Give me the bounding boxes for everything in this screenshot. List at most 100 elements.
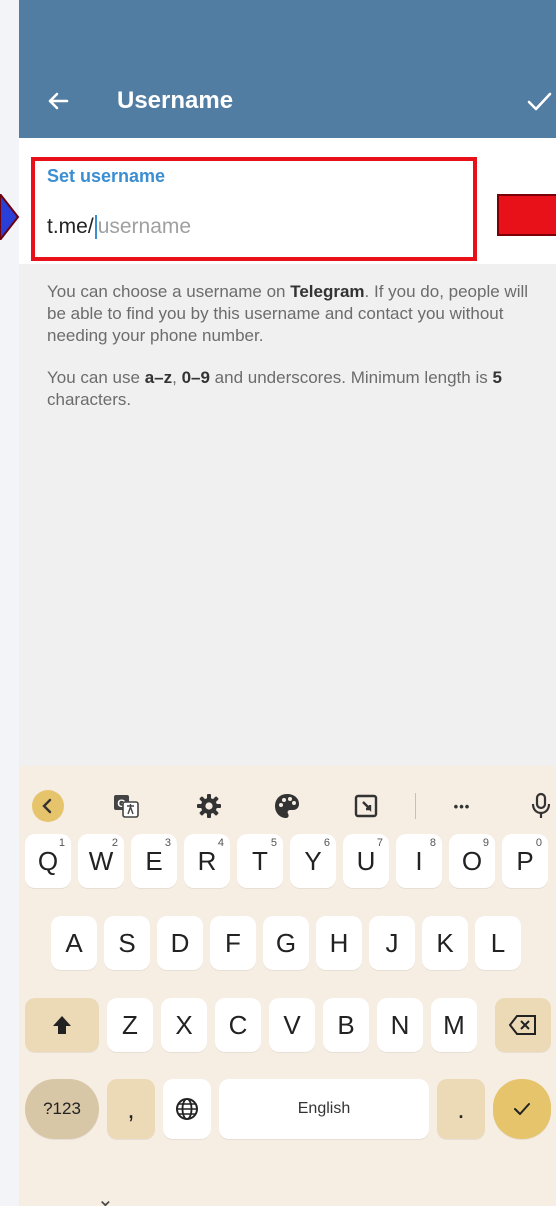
key-t[interactable]: T5 (237, 834, 283, 888)
key-q[interactable]: Q1 (25, 834, 71, 888)
globe-icon (176, 1098, 198, 1120)
palette-icon (275, 794, 299, 818)
key-y[interactable]: Y6 (290, 834, 336, 888)
key-label: H (329, 927, 349, 958)
page-title: Username (117, 87, 234, 114)
key-m[interactable]: M (431, 998, 477, 1052)
shift-key[interactable] (25, 998, 99, 1052)
key-j[interactable]: J (369, 916, 415, 970)
key-u[interactable]: U7 (343, 834, 389, 888)
app-bar: Username (19, 0, 556, 138)
key-label: O (461, 845, 483, 876)
key-label: A (65, 927, 83, 958)
key-label: E (145, 845, 163, 876)
key-label: I (415, 845, 423, 876)
collapse-toolbar-button[interactable] (31, 788, 65, 824)
key-hint: 4 (217, 837, 224, 849)
key-f[interactable]: F (210, 916, 256, 970)
theme-button[interactable] (272, 788, 302, 824)
key-label: S (118, 927, 136, 958)
backspace-key[interactable] (495, 998, 551, 1052)
key-label: T (252, 845, 268, 876)
highlight-marker (497, 194, 556, 236)
pointer-arrow-icon (0, 194, 20, 240)
voice-input-button[interactable] (529, 788, 553, 824)
clipboard-button[interactable] (351, 788, 381, 824)
key-a[interactable]: A (51, 916, 97, 970)
key-r[interactable]: R4 (184, 834, 230, 888)
key-e[interactable]: E3 (131, 834, 177, 888)
key-c[interactable]: C (215, 998, 261, 1052)
highlight-box (31, 157, 477, 261)
check-icon (514, 1103, 530, 1115)
translate-icon: G (114, 795, 139, 818)
key-hint: 7 (376, 837, 383, 849)
help-paragraph-1: You can choose a username on Telegram. I… (47, 282, 529, 345)
key-i[interactable]: I8 (396, 834, 442, 888)
chevron-left-icon (32, 790, 64, 822)
phone-screen: Username Set username t.me/ username You… (19, 0, 556, 1206)
microphone-icon (531, 792, 551, 818)
help-paragraph-2: You can use a–z, 0–9 and underscores. Mi… (47, 368, 502, 409)
key-label: X (175, 1009, 193, 1040)
key-label: F (225, 927, 241, 958)
space-bar[interactable]: English (219, 1079, 429, 1139)
key-label: C (228, 1009, 248, 1040)
key-w[interactable]: W2 (78, 834, 124, 888)
toolbar-divider (414, 788, 416, 824)
key-k[interactable]: K (422, 916, 468, 970)
back-arrow-icon[interactable] (43, 86, 73, 116)
key-label: P (516, 845, 534, 876)
key-n[interactable]: N (377, 998, 423, 1052)
symbols-key[interactable]: ?123 (25, 1079, 99, 1139)
key-hint: 8 (429, 837, 436, 849)
done-check-icon[interactable] (524, 86, 554, 116)
keyboard: G ••• ?123 , English . ⌄ Q 1 W 2 E 3 R 4… (19, 766, 556, 1206)
key-label: Z (122, 1009, 138, 1040)
translate-button[interactable]: G (111, 788, 141, 824)
key-g[interactable]: G (263, 916, 309, 970)
comma-key[interactable]: , (107, 1079, 155, 1139)
key-b[interactable]: B (323, 998, 369, 1052)
key-hint: 0 (535, 837, 542, 849)
key-hint: 2 (111, 837, 118, 849)
key-label: U (356, 845, 376, 876)
clipboard-icon (354, 794, 378, 818)
key-label: G (275, 927, 297, 958)
gear-icon (197, 794, 221, 818)
key-h[interactable]: H (316, 916, 362, 970)
key-label: Y (304, 845, 322, 876)
key-d[interactable]: D (157, 916, 203, 970)
period-key[interactable]: . (437, 1079, 485, 1139)
key-label: V (283, 1009, 301, 1040)
backspace-icon (508, 1015, 536, 1035)
key-label: J (385, 927, 399, 958)
enter-key[interactable] (493, 1079, 551, 1139)
language-key[interactable] (163, 1079, 211, 1139)
more-options-button[interactable]: ••• (447, 788, 477, 824)
key-label: N (390, 1009, 410, 1040)
key-hint: 3 (164, 837, 171, 849)
key-label: Q (37, 845, 59, 876)
key-label: L (490, 927, 506, 958)
key-l[interactable]: L (475, 916, 521, 970)
key-label: M (443, 1009, 465, 1040)
key-label: B (337, 1009, 355, 1040)
hide-keyboard-icon[interactable]: ⌄ (97, 1190, 114, 1206)
key-v[interactable]: V (269, 998, 315, 1052)
key-p[interactable]: P0 (502, 834, 548, 888)
key-label: D (170, 927, 190, 958)
key-s[interactable]: S (104, 916, 150, 970)
shift-arrow-icon (53, 1016, 71, 1034)
key-hint: 1 (58, 837, 65, 849)
help-text: You can choose a username on Telegram. I… (47, 281, 541, 431)
key-hint: 6 (323, 837, 330, 849)
key-label: K (436, 927, 454, 958)
settings-button[interactable] (194, 788, 224, 824)
key-label: W (88, 845, 114, 876)
key-x[interactable]: X (161, 998, 207, 1052)
key-o[interactable]: O9 (449, 834, 495, 888)
key-z[interactable]: Z (107, 998, 153, 1052)
key-hint: 9 (482, 837, 489, 849)
key-hint: 5 (270, 837, 277, 849)
